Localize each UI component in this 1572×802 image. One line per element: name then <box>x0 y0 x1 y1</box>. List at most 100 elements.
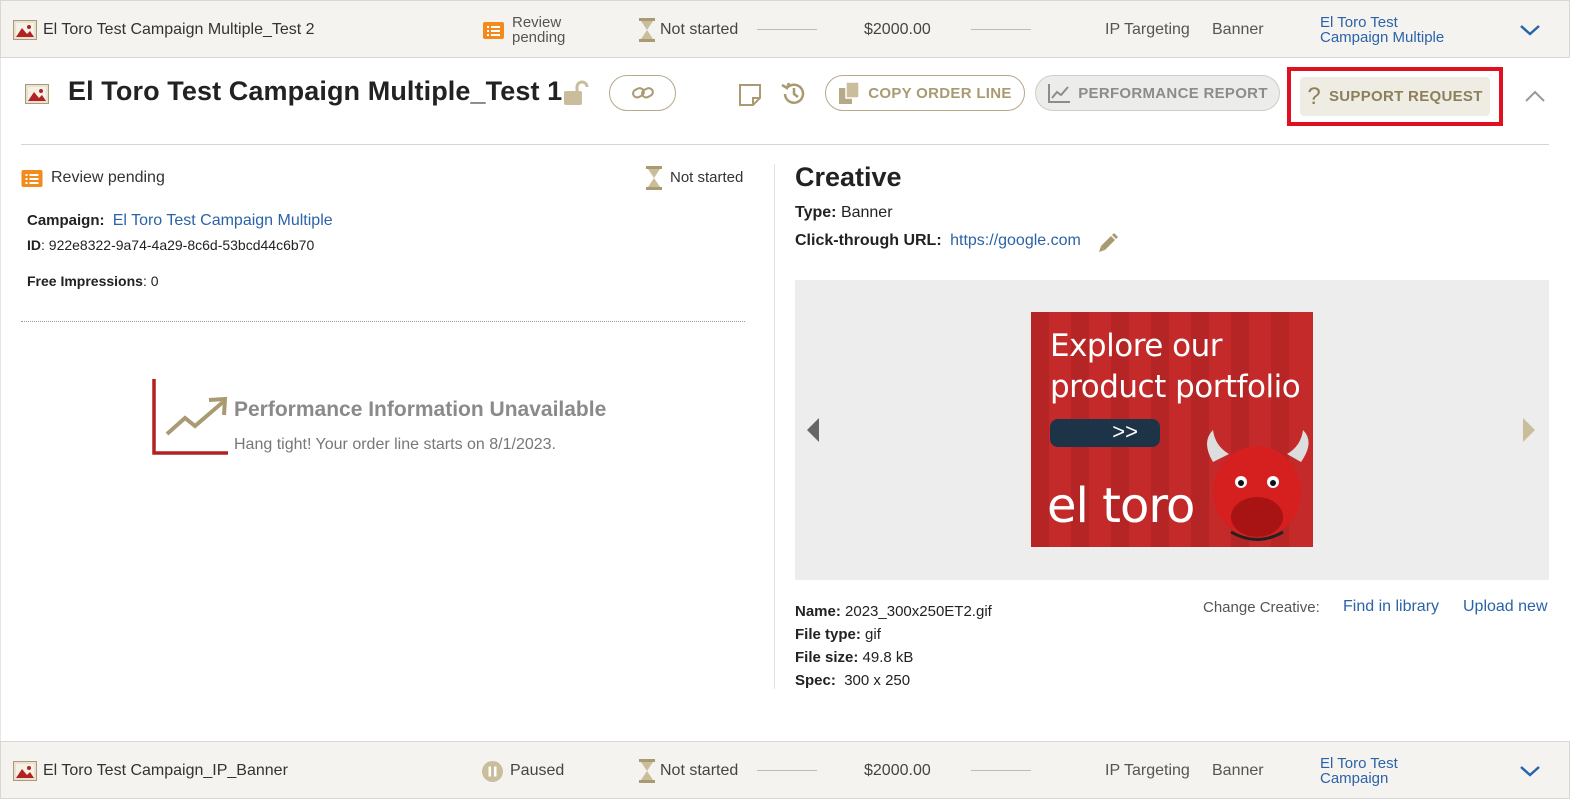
file-type-label: File type: <box>795 626 861 643</box>
id-value: : 922e8322-9a74-4a29-8c6d-53bcd44c6b70 <box>41 237 315 253</box>
chevron-down-icon[interactable] <box>1519 1 1541 59</box>
order-line-row-ip-banner[interactable]: El Toro Test Campaign_IP_Banner Paused N… <box>0 741 1570 799</box>
campaign-link[interactable]: El Toro Test Campaign Multiple <box>1320 1 1444 59</box>
header-divider <box>21 144 1549 145</box>
performance-unavailable-title: Performance Information Unavailable <box>234 398 607 421</box>
click-through-info: Click-through URL: https://google.com <box>795 232 1081 250</box>
trend-chart-icon <box>151 378 231 461</box>
performance-report-label: PERFORMANCE REPORT <box>1078 84 1268 102</box>
campaign-info: Campaign: El Toro Test Campaign Multiple <box>27 212 333 230</box>
caret-right-icon[interactable] <box>1521 417 1537 448</box>
type-label: Type: <box>795 204 837 221</box>
run-status: Not started <box>670 169 744 186</box>
click-through-url-link[interactable]: https://google.com <box>950 232 1081 249</box>
performance-report-button[interactable]: PERFORMANCE REPORT <box>1035 75 1280 111</box>
history-icon[interactable] <box>780 80 808 113</box>
creative-file-details: Name: 2023_300x250ET2.gif File type: gif… <box>795 600 992 692</box>
pencil-icon[interactable] <box>1097 232 1119 259</box>
banner-line-2: product portfolio <box>1050 369 1301 405</box>
section-divider <box>21 321 745 322</box>
copy-icon <box>839 81 861 104</box>
chevron-up-icon[interactable] <box>1524 89 1546 108</box>
image-icon <box>25 84 49 109</box>
banner-arrow-button: >> <box>1050 419 1160 447</box>
run-status: Not started <box>660 21 739 38</box>
order-line-name[interactable]: El Toro Test Campaign_IP_Banner <box>43 742 288 800</box>
link-icon <box>631 87 654 99</box>
budget: $2000.00 <box>864 21 931 38</box>
caret-left-icon[interactable] <box>805 417 821 448</box>
banner-line-1: Explore our <box>1050 328 1223 364</box>
campaign-line-2[interactable]: Campaign Multiple <box>1320 30 1444 45</box>
order-line-name[interactable]: El Toro Test Campaign Multiple_Test 2 <box>43 1 315 59</box>
spec-label: Spec: <box>795 672 836 689</box>
change-creative-label: Change Creative: <box>1203 599 1320 616</box>
order-lines-page: El Toro Test Campaign Multiple_Test 2 Re… <box>0 0 1572 802</box>
campaign-link[interactable]: El Toro Test Campaign <box>1320 742 1398 800</box>
creative-heading: Creative <box>795 162 902 192</box>
campaign-line-2[interactable]: Campaign <box>1320 771 1388 786</box>
campaign-line-1[interactable]: El Toro Test <box>1320 15 1398 30</box>
image-icon <box>13 1 37 59</box>
banner-brand-text: el toro <box>1047 478 1195 534</box>
free-impressions-label: Free Impressions <box>27 273 143 289</box>
file-type-info: File type: gif <box>795 623 992 646</box>
type-value: Banner <box>840 204 893 221</box>
pause-icon <box>482 742 503 800</box>
campaign-line-1[interactable]: El Toro Test <box>1320 756 1398 771</box>
review-line-2: pending <box>512 29 566 46</box>
file-name-info: Name: 2023_300x250ET2.gif <box>795 600 992 623</box>
column-divider <box>774 164 775 689</box>
run-status: Not started <box>660 762 739 779</box>
creative-preview: Explore our product portfolio >> el toro <box>795 280 1549 580</box>
unlock-icon[interactable] <box>563 80 589 111</box>
banner-headline: Explore our product portfolio <box>1050 326 1301 408</box>
review-status: Review pending <box>51 169 165 186</box>
order-line-title: El Toro Test Campaign Multiple_Test 1 <box>68 76 563 106</box>
paused-status: Paused <box>510 762 565 779</box>
targeting: IP Targeting <box>1105 762 1190 779</box>
divider <box>757 770 817 771</box>
budget: $2000.00 <box>864 762 931 779</box>
campaign-label: Campaign: <box>27 212 105 229</box>
creative-banner-image: Explore our product portfolio >> el toro <box>1031 312 1313 547</box>
file-size-label: File size: <box>795 649 859 666</box>
free-impressions-info: Free Impressions: 0 <box>27 273 159 289</box>
creative-type-info: Type: Banner <box>795 204 893 222</box>
click-through-label: Click-through URL: <box>795 232 942 249</box>
id-info: ID: 922e8322-9a74-4a29-8c6d-53bcd44c6b70 <box>27 237 314 253</box>
copy-order-line-label: COPY ORDER LINE <box>868 84 1012 102</box>
divider <box>757 29 817 30</box>
hourglass-icon <box>646 166 662 195</box>
file-name-label: Name: <box>795 603 841 620</box>
chevron-down-icon[interactable] <box>1519 742 1541 800</box>
line-chart-icon <box>1048 84 1071 103</box>
find-in-library-link[interactable]: Find in library <box>1343 598 1439 616</box>
creative-type: Banner <box>1212 762 1264 779</box>
note-icon[interactable] <box>738 83 762 112</box>
file-size-info: File size: 49.8 kB <box>795 646 992 669</box>
file-size-value: 49.8 kB <box>862 649 914 666</box>
file-type-value: gif <box>865 626 881 643</box>
copy-order-line-button[interactable]: COPY ORDER LINE <box>825 75 1025 111</box>
review-line-1: Review <box>512 14 562 31</box>
upload-new-link[interactable]: Upload new <box>1463 598 1548 616</box>
order-line-expanded: El Toro Test Campaign Multiple_Test 1 CO… <box>0 58 1570 741</box>
review-pending-icon <box>21 170 43 192</box>
file-name-value: 2023_300x250ET2.gif <box>845 603 992 620</box>
review-status: Review pending <box>512 1 565 59</box>
divider <box>971 29 1031 30</box>
hourglass-icon <box>639 742 655 800</box>
support-request-button[interactable]: ? SUPPORT REQUEST <box>1300 77 1490 116</box>
order-line-row-test-2[interactable]: El Toro Test Campaign Multiple_Test 2 Re… <box>0 0 1570 58</box>
creative-type: Banner <box>1212 21 1264 38</box>
hourglass-icon <box>639 1 655 59</box>
free-impressions-value: : 0 <box>142 273 159 289</box>
spec-info: Spec: 300 x 250 <box>795 669 992 692</box>
image-icon <box>13 742 37 800</box>
link-button[interactable] <box>609 75 676 111</box>
spec-value: 300 x 250 <box>844 672 911 689</box>
support-request-highlight: ? SUPPORT REQUEST <box>1287 67 1503 126</box>
campaign-link[interactable]: El Toro Test Campaign Multiple <box>113 212 333 229</box>
review-pending-icon <box>483 1 504 59</box>
